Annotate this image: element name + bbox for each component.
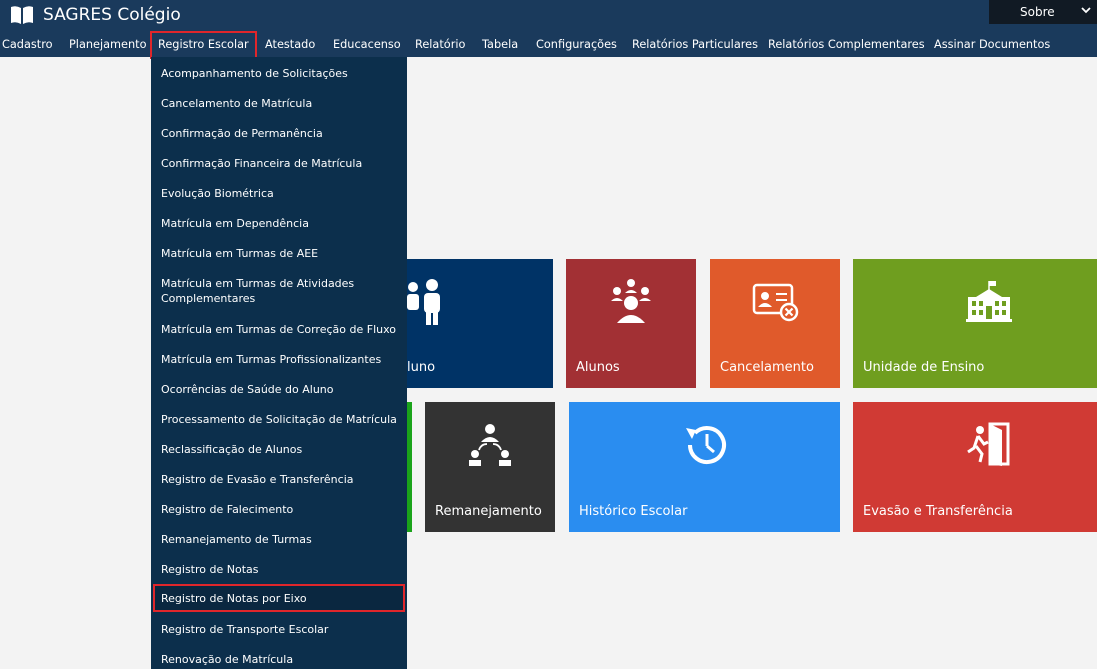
students-icon [611,279,651,323]
nav-configuracoes[interactable]: Configurações [536,33,617,57]
menu-item-matricula-em-turmas-de-aee[interactable]: Matrícula em Turmas de AEE [151,246,407,261]
tile-cancelamento[interactable]: Cancelamento [710,259,840,388]
history-clock-icon [686,426,726,465]
tile-partial-green[interactable] [407,402,412,532]
nav-assinar-documentos[interactable]: Assinar Documentos [934,33,1050,57]
tile-label: Cancelamento [720,360,814,375]
nav-educacenso[interactable]: Educacenso [333,33,401,57]
tile-label: Unidade de Ensino [863,360,985,375]
tile-historico-escolar[interactable]: Histórico Escolar [569,402,840,532]
tile-aluno[interactable]: luno [407,259,553,388]
menu-item-confirmacao-financeira-de-matricula[interactable]: Confirmação Financeira de Matrícula [151,156,407,171]
tile-remanejamento[interactable]: Remanejamento [425,402,555,532]
menu-item-matricula-em-dependencia[interactable]: Matrícula em Dependência [151,216,407,231]
menu-item-matricula-em-turmas-de-correcao-de-fluxo[interactable]: Matrícula em Turmas de Correção de Fluxo [151,322,407,337]
tile-label: Evasão e Transferência [863,504,1013,519]
nav-cadastro[interactable]: Cadastro [2,33,53,57]
school-building-icon [966,281,1012,322]
menu-item-cancelamento-de-matricula[interactable]: Cancelamento de Matrícula [151,96,407,111]
menu-item-ocorrencias-de-saude-do-aluno[interactable]: Ocorrências de Saúde do Aluno [151,382,407,397]
nav-tabela[interactable]: Tabela [482,33,518,57]
menu-item-registro-de-evasao-e-transferencia[interactable]: Registro de Evasão e Transferência [151,472,407,487]
tile-label: luno [407,360,436,375]
menu-item-processamento-de-solicitacao-de-matricula[interactable]: Processamento de Solicitação de Matrícul… [151,412,407,427]
menu-item-reclassificacao-de-alunos[interactable]: Reclassificação de Alunos [151,442,407,457]
sobre-label: Sobre [1020,5,1055,19]
app-title: SAGRES Colégio [43,5,181,25]
menu-item-registro-de-notas-por-eixo[interactable]: Registro de Notas por Eixo [153,584,405,612]
sobre-dropdown[interactable]: Sobre [989,0,1097,24]
menu-item-remanejamento-de-turmas[interactable]: Remanejamento de Turmas [151,532,407,547]
nav-relatorio[interactable]: Relatório [415,33,465,57]
tile-unidade-de-ensino[interactable]: Unidade de Ensino [853,259,1097,388]
tile-evasao-e-transferencia[interactable]: Evasão e Transferência [853,402,1097,532]
menu-item-matricula-em-turmas-de-atividades-complementares[interactable]: Matrícula em Turmas de Atividades Comple… [151,276,381,306]
id-card-cancel-icon [752,283,799,322]
nav-relatorios-complementares[interactable]: Relatórios Complementares [768,33,925,57]
tile-label: Histórico Escolar [579,504,688,519]
menu-item-matricula-em-turmas-profissionalizantes[interactable]: Matrícula em Turmas Profissionalizantes [151,352,407,367]
family-icon [407,279,440,325]
menu-item-registro-de-notas[interactable]: Registro de Notas [151,562,407,577]
nav-planejamento[interactable]: Planejamento [69,33,147,57]
nav-registro-escolar[interactable]: Registro Escolar [150,31,257,59]
tile-label: Remanejamento [435,504,542,519]
registro-escolar-dropdown: Acompanhamento de Solicitações Cancelame… [151,57,407,669]
menu-item-confirmacao-de-permanencia[interactable]: Confirmação de Permanência [151,126,407,141]
menu-item-renovacao-de-matricula[interactable]: Renovação de Matrícula [151,652,407,667]
tile-label: Alunos [576,360,620,375]
nav-relatorios-particulares[interactable]: Relatórios Particulares [632,33,758,57]
top-bar: SAGRES Colégio Sobre [0,0,1097,33]
book-icon [11,6,33,24]
menu-item-registro-de-falecimento[interactable]: Registro de Falecimento [151,502,407,517]
exit-door-icon [967,422,1010,466]
menu-item-acompanhamento-de-solicitacoes[interactable]: Acompanhamento de Solicitações [151,66,407,81]
tile-alunos[interactable]: Alunos [566,259,696,388]
chevron-down-icon [1081,7,1091,14]
menu-item-registro-de-transporte-escolar[interactable]: Registro de Transporte Escolar [151,622,407,637]
menu-item-evolucao-biometrica[interactable]: Evolução Biométrica [151,186,407,201]
brand[interactable]: SAGRES Colégio [10,5,181,25]
nav-atestado[interactable]: Atestado [265,33,315,57]
main-nav: Cadastro Planejamento Registro Escolar A… [0,31,1097,59]
transfer-people-icon [469,424,511,466]
